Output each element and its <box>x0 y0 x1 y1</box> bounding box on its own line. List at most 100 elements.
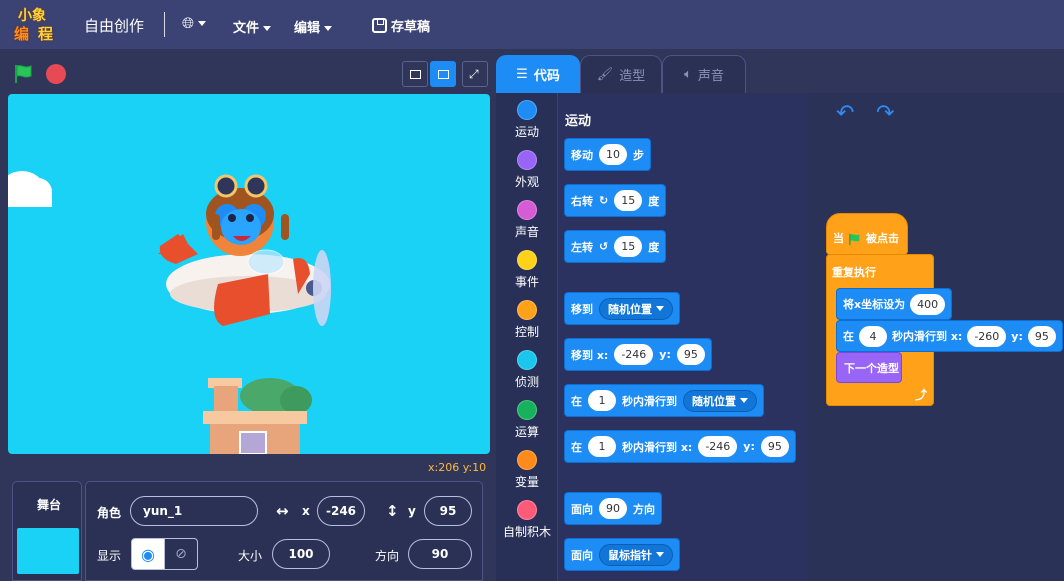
rotate-right-icon: ↻ <box>599 194 609 207</box>
chevron-down-icon <box>656 306 664 311</box>
size-input[interactable]: 100 <box>272 539 330 569</box>
x-position-input[interactable]: -246 <box>317 496 365 526</box>
category-label: 控制 <box>514 325 539 339</box>
app-logo[interactable]: 小象 编 程 <box>12 3 60 46</box>
degrees-input[interactable]: 15 <box>614 190 643 211</box>
block-glide-xy[interactable]: 在 1 秒内滑行到 x: -246 y: 95 <box>564 430 796 463</box>
file-menu[interactable]: 文件 <box>233 17 272 36</box>
category-label: 自制积木 <box>502 525 551 539</box>
sprite-info-panel: 角色 yun_1 ↔ x -246 ↕ y 95 显示 ◉ ⊘ 大小 100 方… <box>85 481 483 581</box>
category-dot <box>517 350 537 370</box>
block-point-towards[interactable]: 面向 鼠标指针 <box>564 538 680 571</box>
x-label: x <box>302 504 310 518</box>
tab-sound[interactable]: 🔈︎ 声音 <box>662 55 746 93</box>
category-label: 声音 <box>514 225 539 239</box>
hide-sprite-button[interactable]: ⊘ <box>164 538 198 570</box>
script-area[interactable]: ↶ ↷ 重复执行 ⤴ 当 被点击 将x坐标设为 400 在 4 秒内滑行到 x:… <box>808 93 1064 581</box>
stage-canvas[interactable] <box>8 94 490 454</box>
chevron-down-icon <box>324 26 333 31</box>
category-sound[interactable]: 声音 <box>496 200 558 240</box>
block-point-direction[interactable]: 面向 90 方向 <box>564 492 662 525</box>
target-dropdown[interactable]: 随机位置 <box>683 389 757 412</box>
y-input[interactable]: 95 <box>760 436 789 457</box>
tab-code[interactable]: ☰ 代码 <box>496 55 580 93</box>
chevron-down-icon <box>263 26 272 31</box>
block-text: 当 <box>833 232 844 245</box>
block-glide-random[interactable]: 在 1 秒内滑行到 随机位置 <box>564 384 764 417</box>
block-turn-right[interactable]: 右转 ↻ 15 度 <box>564 184 667 217</box>
stage-selector[interactable]: 舞台 <box>12 481 82 581</box>
category-operators[interactable]: 运算 <box>496 400 558 440</box>
category-looks[interactable]: 外观 <box>496 150 558 190</box>
steps-input[interactable]: 10 <box>599 144 627 165</box>
category-motion[interactable]: 运动 <box>496 100 558 140</box>
block-goto-xy[interactable]: 移到 x: -246 y: 95 <box>564 338 712 371</box>
green-flag-icon <box>849 233 860 246</box>
block-text: 度 <box>648 194 660 208</box>
sprite-name-input[interactable]: yun_1 <box>130 496 258 526</box>
cloud-sprite <box>8 171 52 207</box>
logo-text-top: 小象 <box>18 8 46 24</box>
x-input[interactable]: -246 <box>614 344 654 365</box>
x-input[interactable]: 400 <box>910 293 946 315</box>
language-menu[interactable]: 🌐︎ <box>182 14 207 32</box>
x-input[interactable]: -260 <box>967 325 1007 347</box>
block-turn-left[interactable]: 左转 ↺ 15 度 <box>564 230 667 263</box>
category-events[interactable]: 事件 <box>496 250 558 290</box>
block-text: 将x坐标设为 <box>843 298 906 311</box>
block-goto-target[interactable]: 移到 随机位置 <box>564 292 680 325</box>
category-variables[interactable]: 变量 <box>496 450 558 490</box>
show-sprite-button[interactable]: ◉ <box>131 538 165 570</box>
block-move-steps[interactable]: 移动 10 步 <box>564 138 651 171</box>
undo-icon[interactable]: ↶ <box>836 101 854 126</box>
elephant-plane-sprite <box>158 174 331 326</box>
category-control[interactable]: 控制 <box>496 300 558 340</box>
category-my-blocks[interactable]: 自制积木 <box>496 500 558 540</box>
tab-costume[interactable]: 🖌︎ 造型 <box>580 55 662 93</box>
stop-button[interactable] <box>46 64 66 84</box>
redo-icon[interactable]: ↷ <box>876 101 894 126</box>
target-dropdown[interactable]: 鼠标指针 <box>599 543 673 566</box>
y-input[interactable]: 95 <box>676 344 705 365</box>
normal-stage-icon <box>438 70 449 79</box>
direction-input[interactable]: 90 <box>599 498 627 519</box>
seconds-input[interactable]: 1 <box>588 390 616 411</box>
category-dot <box>517 400 537 420</box>
file-menu-label: 文件 <box>233 21 260 36</box>
when-flag-clicked-block[interactable]: 当 被点击 <box>826 213 908 255</box>
category-dot <box>517 300 537 320</box>
block-text: y: <box>1011 329 1023 343</box>
set-x-block[interactable]: 将x坐标设为 400 <box>836 288 953 320</box>
y-position-input[interactable]: 95 <box>424 496 472 526</box>
degrees-input[interactable]: 15 <box>614 236 643 257</box>
chevron-down-icon <box>198 21 207 26</box>
normal-stage-button[interactable] <box>430 61 456 87</box>
x-input[interactable]: -246 <box>698 436 738 457</box>
stage-thumbnail[interactable] <box>17 528 79 574</box>
block-text: 步 <box>633 148 644 162</box>
code-icon: ☰ <box>516 66 528 82</box>
green-flag-icon[interactable] <box>13 64 35 84</box>
seconds-input[interactable]: 4 <box>859 325 887 347</box>
top-bar: 小象 编 程 自由创作 🌐︎ 文件 编辑 存草稿 <box>0 0 1064 49</box>
glide-xy-block[interactable]: 在 4 秒内滑行到 x: -260 y: 95 <box>836 320 1063 352</box>
save-draft-button[interactable]: 存草稿 <box>372 16 430 35</box>
block-text: 秒内滑行到 x: <box>892 330 963 343</box>
small-stage-button[interactable] <box>402 61 428 87</box>
next-costume-block[interactable]: 下一个造型 <box>836 352 902 383</box>
block-palette: 运动 外观 声音 事件 控制 侦测 运算 变量 自制积木 运动 移动 10 步 … <box>496 93 863 581</box>
dropdown-value: 随机位置 <box>608 302 652 316</box>
seconds-input[interactable]: 1 <box>588 436 616 457</box>
palette-heading: 运动 <box>565 114 592 129</box>
block-text: 右转 <box>571 194 593 208</box>
brush-icon: 🖌︎ <box>596 67 614 82</box>
fullscreen-button[interactable]: ⤢ <box>462 61 488 87</box>
block-text: 度 <box>648 240 660 254</box>
edit-menu[interactable]: 编辑 <box>294 17 333 36</box>
target-dropdown[interactable]: 随机位置 <box>599 297 673 320</box>
y-input[interactable]: 95 <box>1027 325 1056 347</box>
category-sensing[interactable]: 侦测 <box>496 350 558 390</box>
divider <box>164 12 165 37</box>
stage-scene <box>8 171 331 454</box>
direction-input[interactable]: 90 <box>408 539 472 569</box>
